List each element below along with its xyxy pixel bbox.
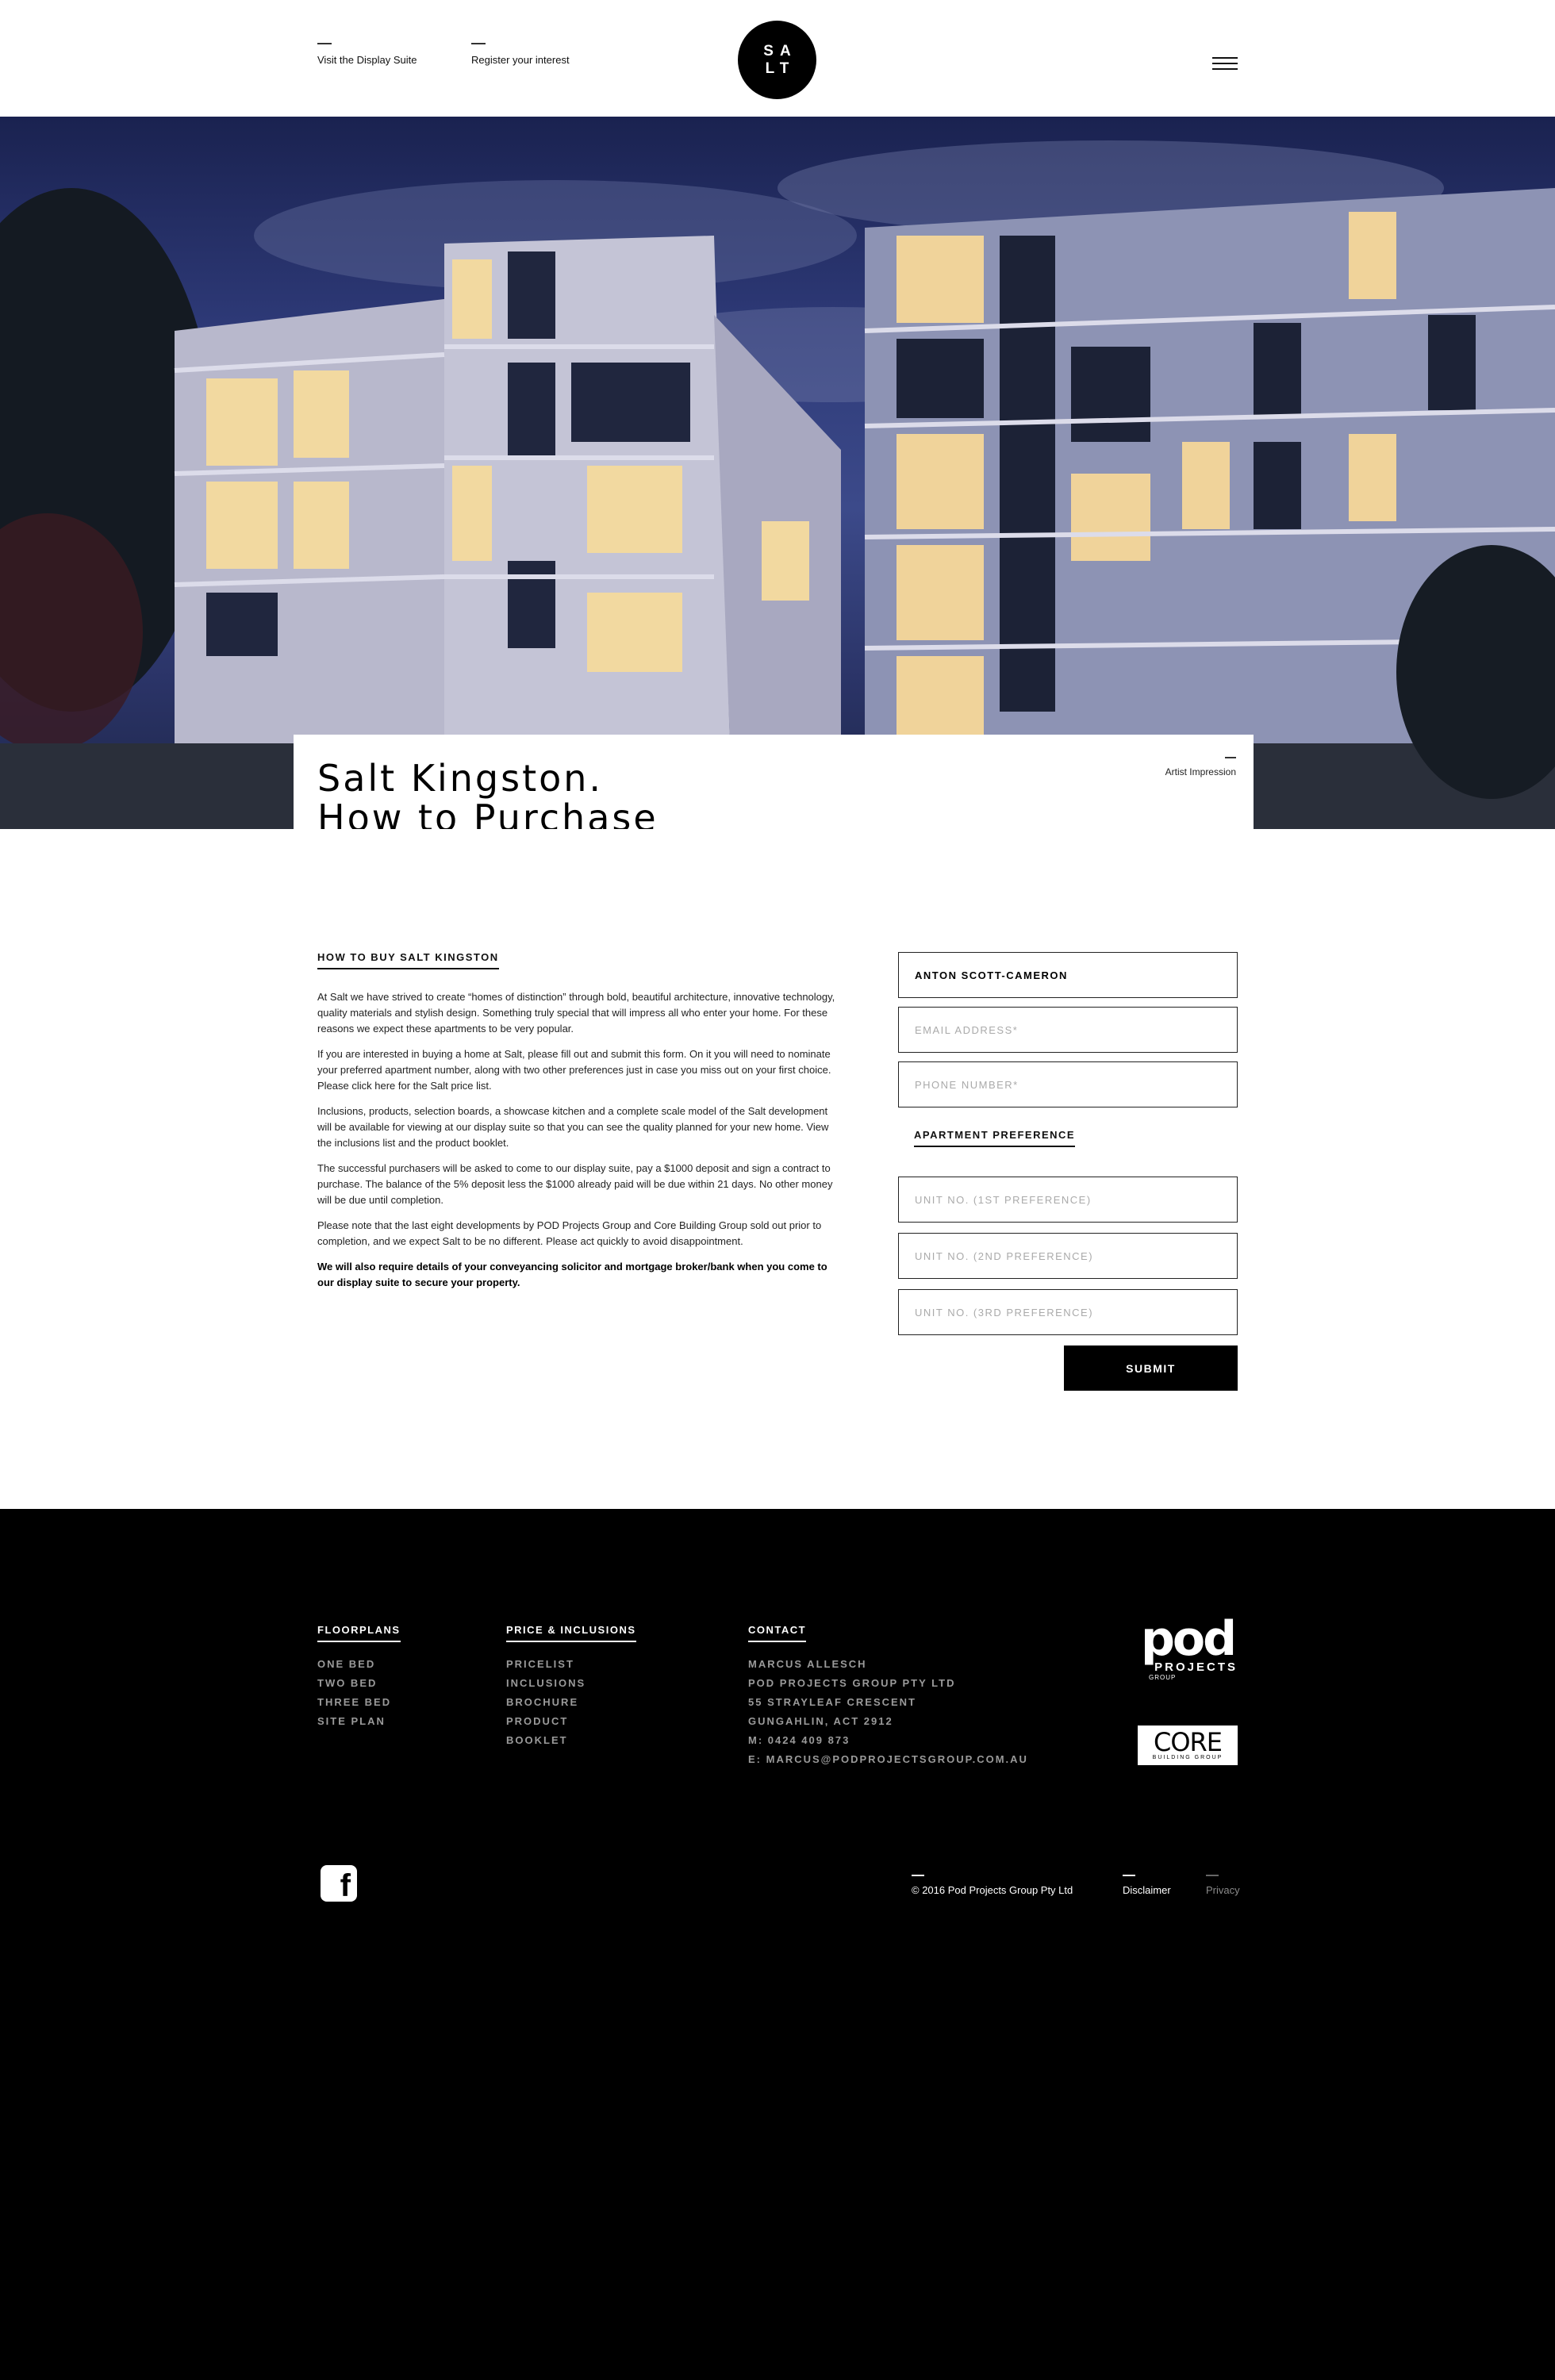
pod-logo-group: GROUP bbox=[1149, 1674, 1177, 1681]
footer-link-inclusions[interactable]: INCLUSIONS bbox=[506, 1674, 636, 1693]
footer-link-two-bed[interactable]: TWO BED bbox=[317, 1674, 401, 1693]
paragraph: If you are interested in buying a home a… bbox=[317, 1048, 831, 1092]
name-field[interactable] bbox=[898, 952, 1238, 998]
footer-link-one-bed[interactable]: ONE BED bbox=[317, 1655, 401, 1674]
register-interest-link[interactable]: Register your interest bbox=[471, 43, 570, 66]
unit-3rd-preference-field[interactable] bbox=[898, 1289, 1238, 1335]
core-logo-sub: BUILDING GROUP bbox=[1152, 1754, 1223, 1760]
copyright-text: © 2016 Pod Projects Group Pty Ltd bbox=[912, 1884, 1073, 1896]
section-heading: HOW TO BUY SALT KINGSTON bbox=[317, 951, 499, 969]
submit-button[interactable]: SUBMIT bbox=[1064, 1345, 1238, 1391]
unit-1st-preference-field[interactable] bbox=[898, 1177, 1238, 1223]
artist-impression-caption: Artist Impression bbox=[1165, 757, 1236, 777]
building-illustration bbox=[0, 140, 1555, 829]
disclaimer-link[interactable]: Disclaimer bbox=[1123, 1875, 1171, 1896]
contact-name: MARCUS ALLESCH bbox=[748, 1658, 867, 1670]
facebook-icon[interactable]: f bbox=[321, 1865, 357, 1902]
footer-link-booklet[interactable]: BOOKLET bbox=[506, 1731, 636, 1750]
pod-logo-main: pod bbox=[1140, 1611, 1237, 1667]
footer-link-three-bed[interactable]: THREE BED bbox=[317, 1693, 401, 1712]
core-logo-main: CORE bbox=[1154, 1726, 1223, 1757]
logo-line-2: LT bbox=[765, 60, 796, 77]
bold-note: We will also require details of your con… bbox=[317, 1261, 827, 1288]
footer-link-brochure[interactable]: BROCHURE bbox=[506, 1693, 636, 1712]
link-dash bbox=[317, 43, 332, 44]
display-suite-label: Visit the Display Suite bbox=[317, 54, 417, 66]
site-footer: FLOORPLANS ONE BED TWO BED THREE BED SIT… bbox=[0, 1509, 1555, 2380]
copyright-dash bbox=[912, 1875, 924, 1876]
title-line-1: Salt Kingston. bbox=[317, 757, 604, 800]
pod-projects-logo[interactable]: pod PROJECTS GROUP bbox=[1138, 1611, 1238, 1690]
privacy-link[interactable]: Privacy bbox=[1206, 1875, 1240, 1896]
floorplans-heading: FLOORPLANS bbox=[317, 1624, 401, 1642]
caption-dash bbox=[1225, 757, 1236, 758]
caption-text: Artist Impression bbox=[1165, 766, 1236, 777]
footer-link-pricelist[interactable]: PRICELIST bbox=[506, 1655, 636, 1674]
contact-heading: CONTACT bbox=[748, 1624, 807, 1642]
disclaimer-dash bbox=[1123, 1875, 1135, 1876]
disclaimer-label: Disclaimer bbox=[1123, 1884, 1171, 1896]
footer-contact: CONTACT MARCUS ALLESCH POD PROJECTS GROU… bbox=[748, 1623, 1028, 1769]
paragraph: At Salt we have strived to create “homes… bbox=[317, 991, 835, 1035]
paragraph: The successful purchasers will be asked … bbox=[317, 1162, 833, 1206]
price-inclusions-heading: PRICE & INCLUSIONS bbox=[506, 1624, 636, 1642]
logo-line-1: SA bbox=[763, 42, 797, 60]
page-title: Salt Kingston. How to Purchase bbox=[317, 758, 658, 838]
paragraph: Please note that the last eight developm… bbox=[317, 1219, 822, 1247]
salt-logo[interactable]: SA LT bbox=[738, 21, 816, 99]
copyright: © 2016 Pod Projects Group Pty Ltd bbox=[912, 1875, 1073, 1896]
contact-mobile[interactable]: M: 0424 409 873 bbox=[748, 1731, 1028, 1750]
core-building-logo[interactable]: CORE BUILDING GROUP bbox=[1138, 1726, 1238, 1765]
apartment-preference-heading: APARTMENT PREFERENCE bbox=[914, 1129, 1076, 1147]
display-suite-link[interactable]: Visit the Display Suite bbox=[317, 43, 417, 66]
paragraph: Inclusions, products, selection boards, … bbox=[317, 1105, 829, 1149]
unit-2nd-preference-field[interactable] bbox=[898, 1233, 1238, 1279]
footer-link-site-plan[interactable]: SITE PLAN bbox=[317, 1712, 401, 1731]
facebook-glyph: f bbox=[340, 1868, 351, 1903]
email-field[interactable] bbox=[898, 1007, 1238, 1053]
site-header: Visit the Display Suite Register your in… bbox=[0, 0, 1555, 117]
hamburger-icon[interactable] bbox=[1212, 57, 1238, 73]
footer-link-product[interactable]: PRODUCT bbox=[506, 1712, 636, 1731]
contact-email[interactable]: E: MARCUS@PODPROJECTSGROUP.COM.AU bbox=[748, 1750, 1028, 1769]
register-interest-label: Register your interest bbox=[471, 54, 570, 66]
footer-floorplans: FLOORPLANS ONE BED TWO BED THREE BED SIT… bbox=[317, 1623, 401, 1731]
main-content: HOW TO BUY SALT KINGSTON At Salt we have… bbox=[0, 829, 1555, 1509]
hero-image bbox=[0, 117, 1555, 829]
privacy-dash bbox=[1206, 1875, 1219, 1876]
phone-field[interactable] bbox=[898, 1061, 1238, 1107]
privacy-label: Privacy bbox=[1206, 1884, 1240, 1896]
body-copy: At Salt we have strived to create “homes… bbox=[317, 989, 841, 1300]
contact-company: POD PROJECTS GROUP PTY LTD bbox=[748, 1677, 956, 1689]
footer-price-inclusions: PRICE & INCLUSIONS PRICELIST INCLUSIONS … bbox=[506, 1623, 636, 1750]
contact-street: 55 STRAYLEAF CRESCENT bbox=[748, 1696, 916, 1708]
hero-title-card: Salt Kingston. How to Purchase Artist Im… bbox=[294, 735, 1254, 838]
contact-suburb: GUNGAHLIN, ACT 2912 bbox=[748, 1715, 893, 1727]
link-dash bbox=[471, 43, 486, 44]
